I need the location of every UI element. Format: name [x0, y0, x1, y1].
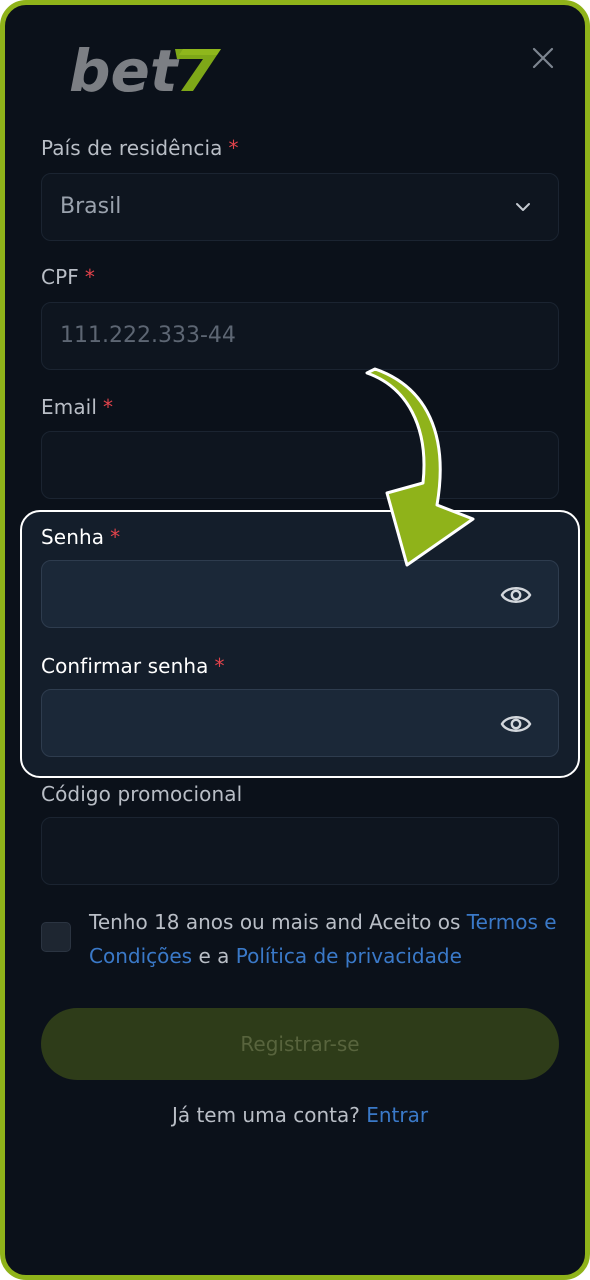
country-value: Brasil [60, 194, 122, 219]
password-label: Senha * [41, 525, 121, 549]
close-icon[interactable] [530, 45, 556, 71]
login-link[interactable]: Entrar [366, 1103, 428, 1127]
terms-text: Tenho 18 anos ou mais and Aceito os Term… [89, 910, 557, 968]
logo-text: bet [69, 39, 180, 101]
cpf-label: CPF * [41, 265, 95, 289]
privacy-link[interactable]: Política de privacidade [236, 944, 462, 968]
country-label: País de residência * [41, 136, 239, 160]
registration-modal: bet País de residência * Brasil CPF * 111.… [0, 0, 590, 1280]
eye-icon[interactable] [500, 710, 532, 738]
cpf-input[interactable]: 111.222.333-44 [41, 302, 559, 370]
email-label: Email * [41, 395, 114, 419]
promo-label: Código promocional [41, 782, 243, 806]
confirm-password-label: Confirmar senha * [41, 654, 225, 678]
terms-checkbox[interactable] [41, 922, 71, 952]
cpf-placeholder: 111.222.333-44 [60, 323, 236, 348]
promo-input[interactable] [41, 817, 559, 885]
confirm-password-input[interactable] [41, 689, 559, 757]
bet7-logo: bet [69, 39, 221, 101]
country-select[interactable]: Brasil [41, 173, 559, 241]
chevron-down-icon [516, 203, 530, 211]
register-button[interactable]: Registrar-se [41, 1008, 559, 1080]
login-prompt: Já tem uma conta? Entrar [171, 1103, 429, 1127]
arrow-annotation [365, 367, 475, 567]
eye-icon[interactable] [500, 581, 532, 609]
